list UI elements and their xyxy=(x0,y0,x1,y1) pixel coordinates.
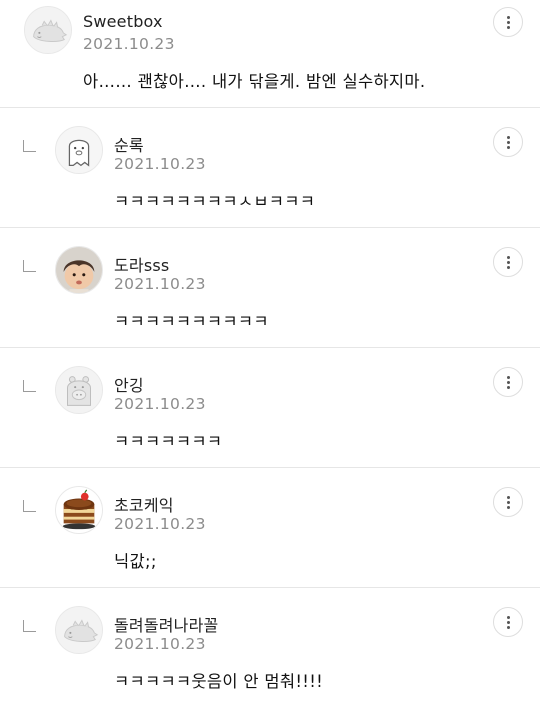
reply-item: 초코케익 2021.10.23 닉값;; xyxy=(0,468,540,588)
comment-date: 2021.10.23 xyxy=(114,155,206,173)
more-vertical-icon xyxy=(506,255,510,259)
more-vertical-icon xyxy=(506,15,510,19)
avatar[interactable] xyxy=(55,366,103,414)
reply-arrow-icon xyxy=(23,620,36,632)
more-vertical-icon xyxy=(506,375,510,379)
reply-item: 안깅 2021.10.23 ㅋㅋㅋㅋㅋㅋㅋ xyxy=(0,348,540,468)
more-options-button[interactable] xyxy=(493,247,523,277)
ghost-icon xyxy=(56,127,102,173)
comment-date: 2021.10.23 xyxy=(114,635,206,653)
comment-text: 닉값;; xyxy=(114,552,157,571)
more-options-button[interactable] xyxy=(493,127,523,157)
reply-item: 돌려돌려나라꼴 2021.10.23 ㅋㅋㅋㅋㅋ웃음이 안 멈춰!!!! xyxy=(0,588,540,708)
more-options-button[interactable] xyxy=(493,7,523,37)
avatar[interactable] xyxy=(55,606,103,654)
more-vertical-icon xyxy=(506,615,510,619)
avatar[interactable] xyxy=(55,486,103,534)
comment-author[interactable]: Sweetbox xyxy=(83,12,163,31)
reply-arrow-icon xyxy=(23,140,36,152)
comment-author[interactable]: 안깅 xyxy=(114,372,144,396)
comment-text: 아…… 괜찮아…. 내가 닦을게. 밤엔 실수하지마. xyxy=(83,72,426,91)
comment-author[interactable]: 초코케익 xyxy=(114,492,174,516)
reply-arrow-icon xyxy=(23,500,36,512)
dinosaur-icon xyxy=(56,607,102,653)
more-vertical-icon xyxy=(506,135,510,139)
more-options-button[interactable] xyxy=(493,367,523,397)
baby-photo-icon xyxy=(56,247,102,293)
reply-item: 도라sss 2021.10.23 ㅋㅋㅋㅋㅋㅋㅋㅋㅋㅋ xyxy=(0,228,540,348)
comment-text: ㅋㅋㅋㅋㅋ웃음이 안 멈춰!!!! xyxy=(114,672,324,691)
avatar[interactable] xyxy=(55,126,103,174)
more-options-button[interactable] xyxy=(493,607,523,637)
comment-author[interactable]: 순록 xyxy=(114,132,144,156)
comment-date: 2021.10.23 xyxy=(114,515,206,533)
avatar[interactable] xyxy=(55,246,103,294)
reply-arrow-icon xyxy=(23,260,36,272)
comment-date: 2021.10.23 xyxy=(83,35,175,53)
comment-item: Sweetbox 2021.10.23 아…… 괜찮아…. 내가 닦을게. 밤엔… xyxy=(0,0,540,108)
comment-text: ㅋㅋㅋㅋㅋㅋㅋㅋㅅㅂㅋㅋㅋ xyxy=(114,192,316,211)
dinosaur-icon xyxy=(25,7,71,53)
chocolate-cake-icon xyxy=(56,487,102,533)
comment-text: ㅋㅋㅋㅋㅋㅋㅋ xyxy=(114,432,223,451)
reply-item: 순록 2021.10.23 ㅋㅋㅋㅋㅋㅋㅋㅋㅅㅂㅋㅋㅋ xyxy=(0,108,540,228)
hippo-icon xyxy=(56,367,102,413)
avatar[interactable] xyxy=(24,6,72,54)
comment-text: ㅋㅋㅋㅋㅋㅋㅋㅋㅋㅋ xyxy=(114,312,269,331)
reply-arrow-icon xyxy=(23,380,36,392)
comment-date: 2021.10.23 xyxy=(114,275,206,293)
more-vertical-icon xyxy=(506,495,510,499)
more-options-button[interactable] xyxy=(493,487,523,517)
comment-author[interactable]: 돌려돌려나라꼴 xyxy=(114,612,218,636)
comment-author[interactable]: 도라sss xyxy=(114,252,169,276)
comment-date: 2021.10.23 xyxy=(114,395,206,413)
